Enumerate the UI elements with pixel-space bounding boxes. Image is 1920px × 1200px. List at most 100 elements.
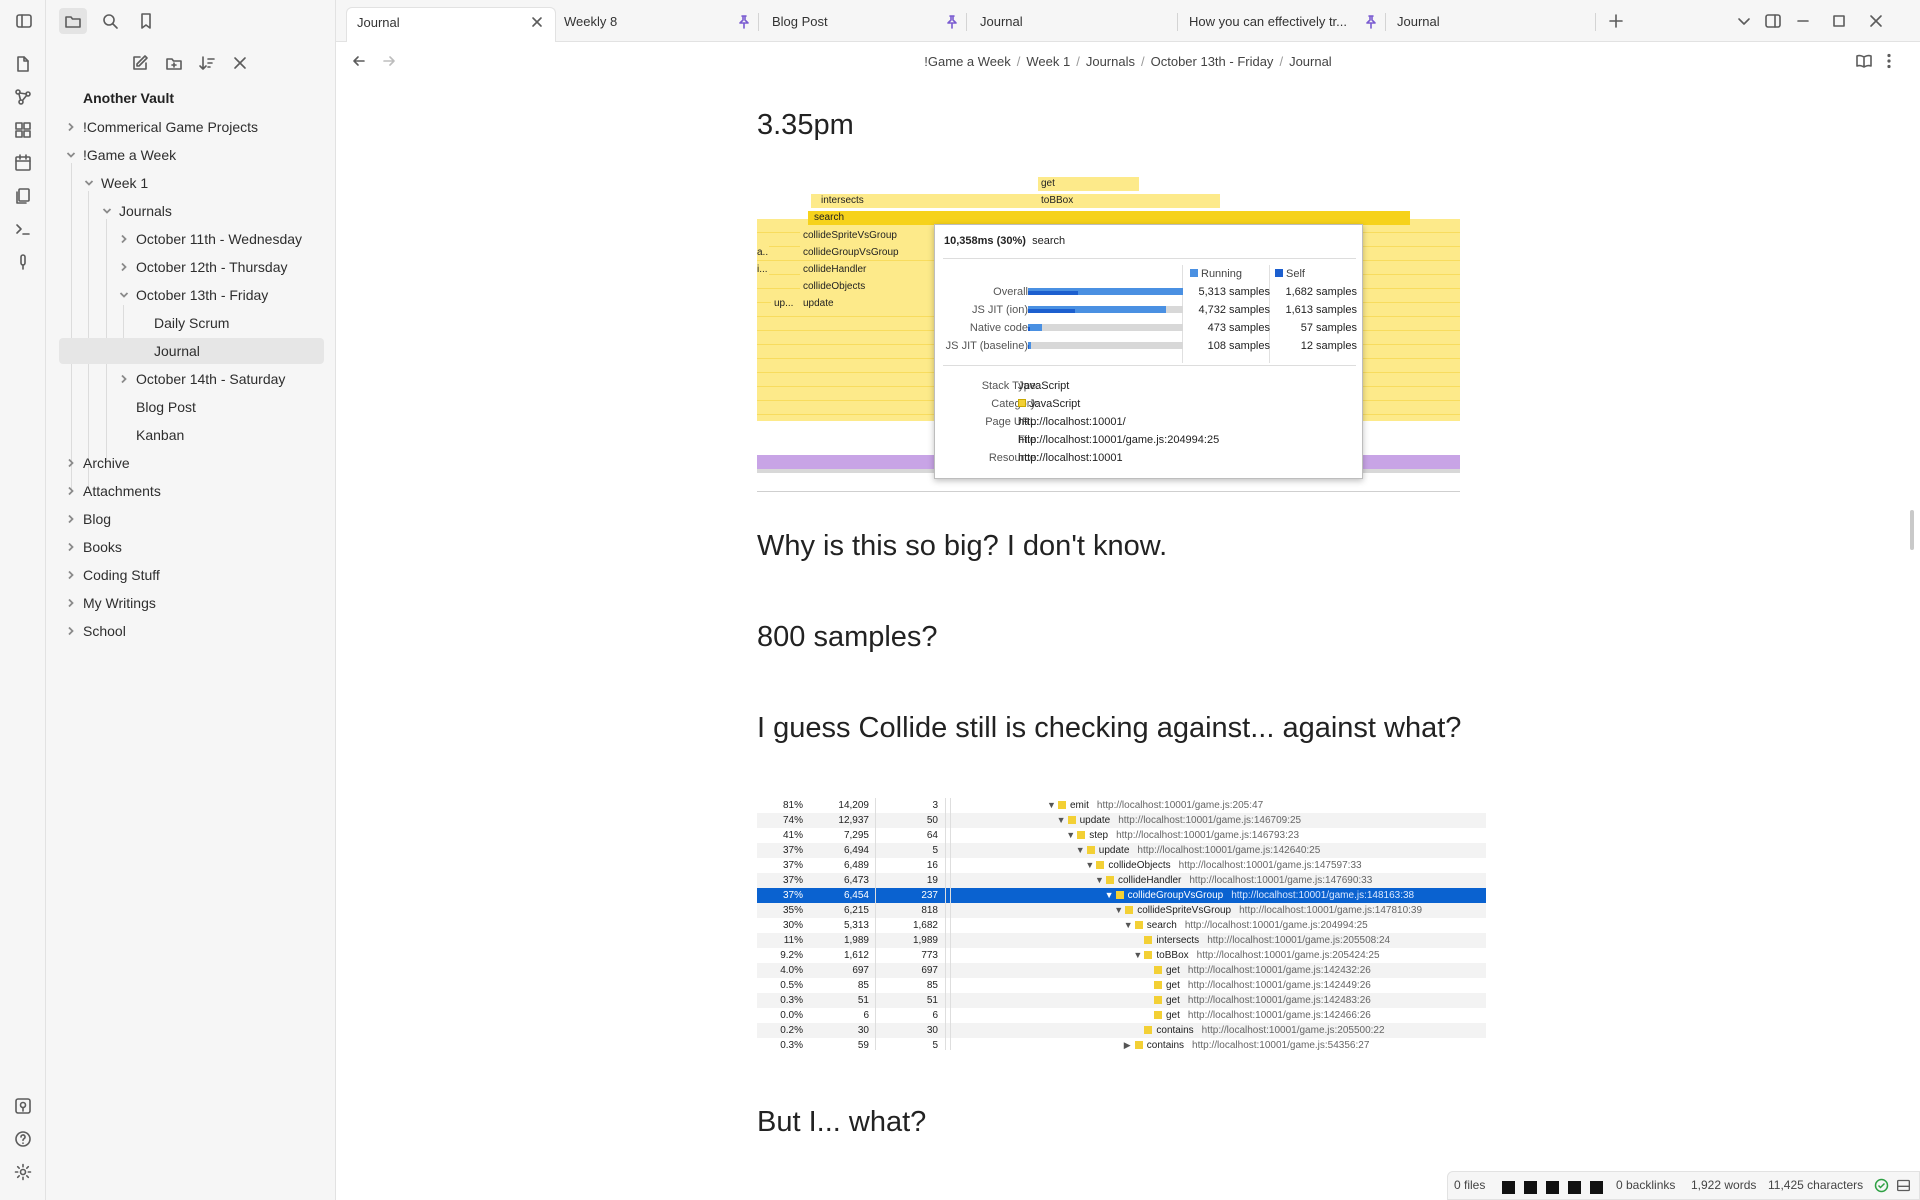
audio-recorder-icon[interactable] [11,250,35,274]
new-note-icon[interactable] [128,51,152,75]
tree-folder-books[interactable]: Books [68,534,122,560]
self-samples: 818 [921,905,938,916]
breadcrumb-item[interactable]: Week 1 [1026,54,1070,69]
tree-folder-october-14th[interactable]: October 14th - Saturday [121,366,285,392]
tab-journal[interactable]: Journal [970,7,1155,42]
self-samples: 30 [926,1025,938,1036]
status-panel-icon[interactable] [1896,1178,1911,1193]
vault-name[interactable]: Another Vault [83,90,174,106]
function-url: http://localhost:10001/game.js:54356:27 [1192,1040,1370,1051]
tree-folder-school[interactable]: School [68,618,126,644]
vault-switcher-icon[interactable] [11,1094,35,1118]
note-content[interactable]: 3.35pm get intersects toBBox search coll… [336,82,1920,1200]
tree-file-kanban[interactable]: Kanban [136,422,184,448]
tooltip-resource: Resource: http://localhost:10001 [988,452,1123,464]
close-tab-icon[interactable] [529,14,545,30]
tree-file-journal-active[interactable]: Journal [59,338,324,364]
graph-view-icon[interactable] [11,85,35,109]
tree-folder-october-12th[interactable]: October 12th - Thursday [121,254,287,280]
status-files[interactable]: 0 files [1454,1172,1485,1199]
tree-file-daily-scrum[interactable]: Daily Scrum [154,310,229,336]
tab-separator [758,13,759,31]
breadcrumb-item[interactable]: !Game a Week [924,54,1010,69]
reading-view-book-icon[interactable] [1855,52,1873,70]
function-name: get [1166,965,1180,976]
pin-icon[interactable] [944,14,960,30]
running-percentage: 37% [782,875,803,886]
breadcrumb-item[interactable]: Journal [1289,54,1332,69]
toggle-sidebar-icon[interactable] [10,8,38,34]
twisty-icon: ▼ [1056,815,1066,825]
category-swatch [1096,861,1105,869]
tree-folder-coding-stuff[interactable]: Coding Stuff [68,562,160,588]
toggle-right-sidebar-icon[interactable] [1761,10,1785,32]
function-name-cell: ▼ collideGroupVsGroup http://localhost:100… [1105,888,1415,903]
breadcrumb-item[interactable]: October 13th - Friday [1151,54,1274,69]
tab-separator [1385,13,1386,31]
close-window-icon[interactable] [1864,10,1888,32]
category-swatch [1144,936,1153,944]
tree-folder-blog[interactable]: Blog [68,506,111,532]
canvas-icon[interactable] [11,118,35,142]
collapse-all-icon[interactable] [228,51,252,75]
self-samples: 773 [921,950,938,961]
function-name: get [1166,980,1180,991]
tree-folder-my-writings[interactable]: My Writings [68,590,156,616]
tab-blog-post[interactable]: Blog Post [762,7,937,42]
minimize-window-icon[interactable] [1791,10,1815,32]
tree-folder-archive[interactable]: Archive [68,450,130,476]
pin-icon[interactable] [1363,14,1379,30]
tree-folder-october-13th[interactable]: October 13th - Friday [119,282,268,308]
scrollbar-thumb[interactable] [1910,510,1914,550]
tab-weekly-8[interactable]: Weekly 8 [554,7,729,42]
breadcrumb-separator: / [1076,54,1080,69]
settings-gear-icon[interactable] [11,1160,35,1184]
tree-folder-commercial-game-projects[interactable]: !Commerical Game Projects [68,114,258,140]
tab-list-chevron-down-icon[interactable] [1732,10,1756,32]
new-folder-icon[interactable] [162,51,186,75]
function-name-cell: ▼ update http://localhost:10001/game.js:14… [1057,813,1302,828]
tab-how-you-can-effectively[interactable]: How you can effectively tr... [1179,7,1359,42]
flame-block-collidegroupvsgroup: collideGroupVsGroup [800,246,934,260]
files-folder-icon[interactable] [59,8,87,34]
tab-bar: Journal Weekly 8 Blog Post Journal How y… [336,0,1920,42]
tree-folder-october-11th[interactable]: October 11th - Wednesday [121,226,302,252]
sort-order-icon[interactable] [195,51,219,75]
tree-folder-journals[interactable]: Journals [102,198,172,224]
breadcrumb-item[interactable]: Journals [1086,54,1135,69]
status-backlinks[interactable]: 0 backlinks [1616,1172,1675,1199]
sync-check-icon[interactable] [1874,1178,1889,1193]
function-name: search [1146,920,1177,931]
legend-self: Self [1275,268,1305,280]
tab-journal-active[interactable]: Journal [346,7,556,42]
flame-block-intersects: intersects [811,194,1038,208]
new-tab-plus-icon[interactable] [1604,10,1628,32]
pin-icon[interactable] [736,14,752,30]
chevron-down-icon [66,150,76,160]
call-tree-row: 4.0% 697 697 get http://localhost:10001/game… [757,963,1486,978]
more-options-icon[interactable] [1880,52,1898,70]
maximize-window-icon[interactable] [1827,10,1851,32]
tree-file-blog-post[interactable]: Blog Post [136,394,196,420]
tree-folder-week-1[interactable]: Week 1 [84,170,148,196]
new-note-ribbon-icon[interactable] [11,52,35,76]
search-icon[interactable] [96,8,124,34]
templates-icon[interactable] [11,184,35,208]
calendar-icon[interactable] [11,151,35,175]
tooltip-category: Category: JavaScript [991,398,1081,410]
tooltip-divider [943,365,1356,366]
twisty-icon: ▼ [1123,920,1133,930]
self-samples: 1,682 [912,920,938,931]
tab-journal-2[interactable]: Journal [1387,7,1587,42]
chevron-right-icon [66,514,76,524]
function-url: http://localhost:10001/game.js:146793:23 [1116,830,1300,841]
bookmark-icon[interactable] [132,8,160,34]
command-palette-icon[interactable] [11,217,35,241]
tooltip-divider [943,258,1356,259]
call-tree-row: 0.3% 59 5 ▶ contains http://localhost:10001/g… [757,1038,1486,1053]
tree-folder-attachments[interactable]: Attachments [68,478,161,504]
help-icon[interactable] [11,1127,35,1151]
tree-folder-game-a-week[interactable]: !Game a Week [66,142,176,168]
twisty-icon: ▼ [1095,875,1104,885]
tooltip-row-jit-ion: JS JIT (ion) 4,732 samples 1,613 samples [971,304,1357,316]
